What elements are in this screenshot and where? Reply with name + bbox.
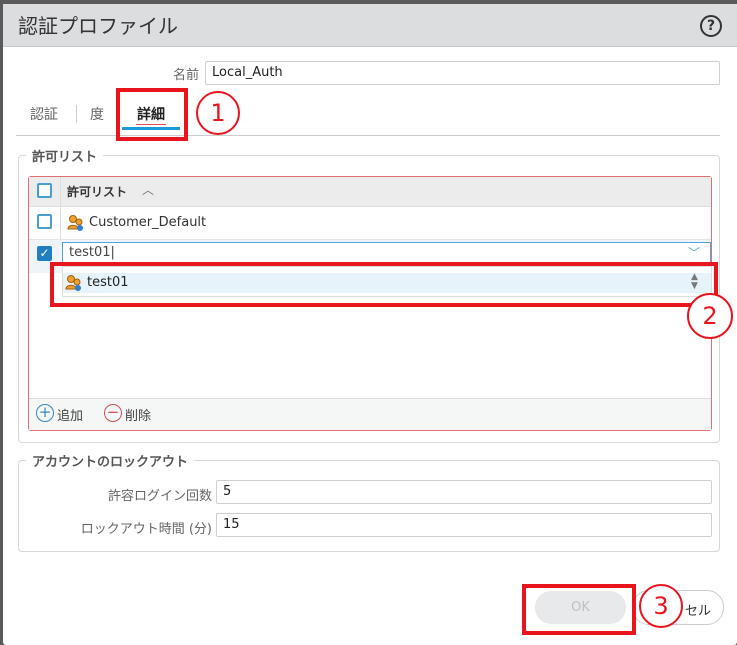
tab-factors[interactable]: 度 <box>90 104 104 124</box>
allow-list-combo-input[interactable]: test01| <box>62 242 711 264</box>
failed-attempts-label: 許容ログイン回数 <box>107 489 212 504</box>
annotation-box-1 <box>116 88 188 141</box>
add-button[interactable]: 追加 <box>57 405 83 424</box>
add-icon[interactable]: + <box>36 404 54 422</box>
delete-button[interactable]: 削除 <box>125 405 151 424</box>
name-label: 名前 <box>172 68 199 83</box>
sort-ascending-icon[interactable]: ︿ <box>142 181 154 198</box>
table-header <box>29 177 711 207</box>
help-icon[interactable]: ? <box>700 15 722 37</box>
tab-authentication[interactable]: 認証 <box>30 104 58 124</box>
column-header-allow-list[interactable]: 許可リスト <box>67 183 127 200</box>
lockout-time-input[interactable]: 15 <box>216 513 712 537</box>
tab-separator <box>76 105 77 123</box>
allow-list-legend: 許可リスト <box>26 146 104 165</box>
row-checkbox-checked[interactable]: ✓ <box>37 246 52 261</box>
lockout-legend: アカウントのロックアウト <box>26 451 195 470</box>
row-name: Customer_Default <box>89 215 207 230</box>
chevron-down-icon[interactable]: ﹀ <box>688 244 700 261</box>
annotation-box-3 <box>522 584 636 635</box>
annotation-circle-1: 1 <box>196 91 240 135</box>
user-group-icon <box>67 215 83 231</box>
lockout-time-label: ロックアウト時間 (分) <box>80 522 212 537</box>
combo-input-value: test01 <box>69 245 111 260</box>
dialog-title: 認証プロファイル <box>18 14 178 38</box>
annotation-circle-3: 3 <box>639 584 683 628</box>
lockout-fieldset <box>18 460 720 552</box>
delete-icon[interactable]: − <box>104 404 122 422</box>
select-all-checkbox[interactable] <box>37 183 52 198</box>
name-input[interactable]: Local_Auth <box>205 61 720 85</box>
annotation-circle-2: 2 <box>687 293 733 339</box>
failed-attempts-input[interactable]: 5 <box>216 480 712 504</box>
row-checkbox[interactable] <box>37 214 52 229</box>
annotation-box-2 <box>50 262 718 307</box>
